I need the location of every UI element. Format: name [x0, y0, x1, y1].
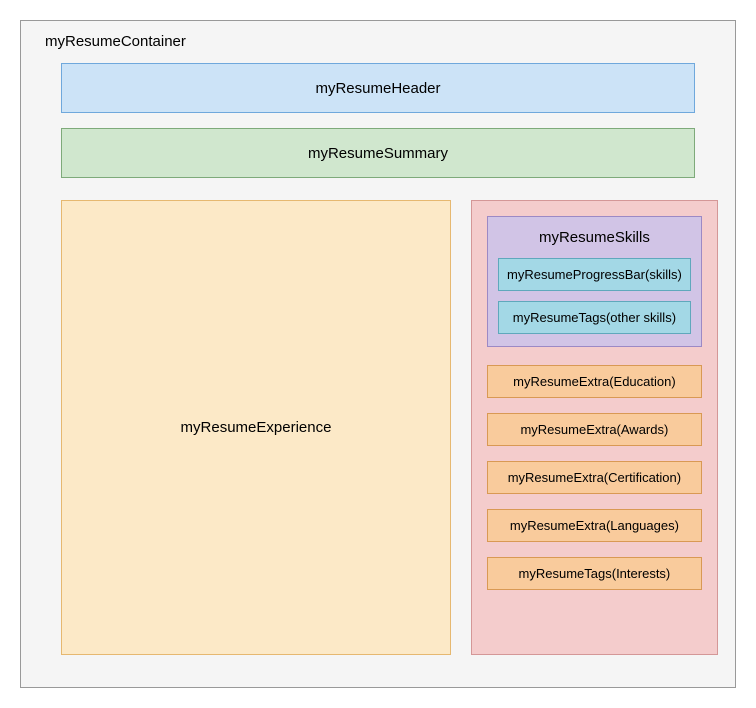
resume-experience-block: myResumeExperience [61, 200, 451, 655]
skills-progress-bar: myResumeProgressBar(skills) [498, 258, 691, 291]
skills-tags: myResumeTags(other skills) [498, 301, 691, 334]
header-label: myResumeHeader [315, 80, 440, 97]
extras-group: myResumeExtra(Education) myResumeExtra(A… [487, 365, 702, 590]
resume-skills-block: myResumeSkills myResumeProgressBar(skill… [487, 216, 702, 347]
sidebar-block: myResumeSkills myResumeProgressBar(skill… [471, 200, 718, 655]
skills-label: myResumeSkills [498, 227, 691, 248]
extra-interests: myResumeTags(Interests) [487, 557, 702, 590]
extra-certification: myResumeExtra(Certification) [487, 461, 702, 494]
resume-header-block: myResumeHeader [61, 63, 695, 113]
main-row: myResumeExperience myResumeSkills myResu… [61, 200, 695, 655]
resume-container: myResumeContainer myResumeHeader myResum… [20, 20, 736, 688]
summary-label: myResumeSummary [308, 145, 448, 162]
resume-summary-block: myResumeSummary [61, 128, 695, 178]
extra-awards: myResumeExtra(Awards) [487, 413, 702, 446]
experience-label: myResumeExperience [181, 419, 332, 436]
extra-education: myResumeExtra(Education) [487, 365, 702, 398]
container-label: myResumeContainer [45, 33, 186, 50]
extra-languages: myResumeExtra(Languages) [487, 509, 702, 542]
